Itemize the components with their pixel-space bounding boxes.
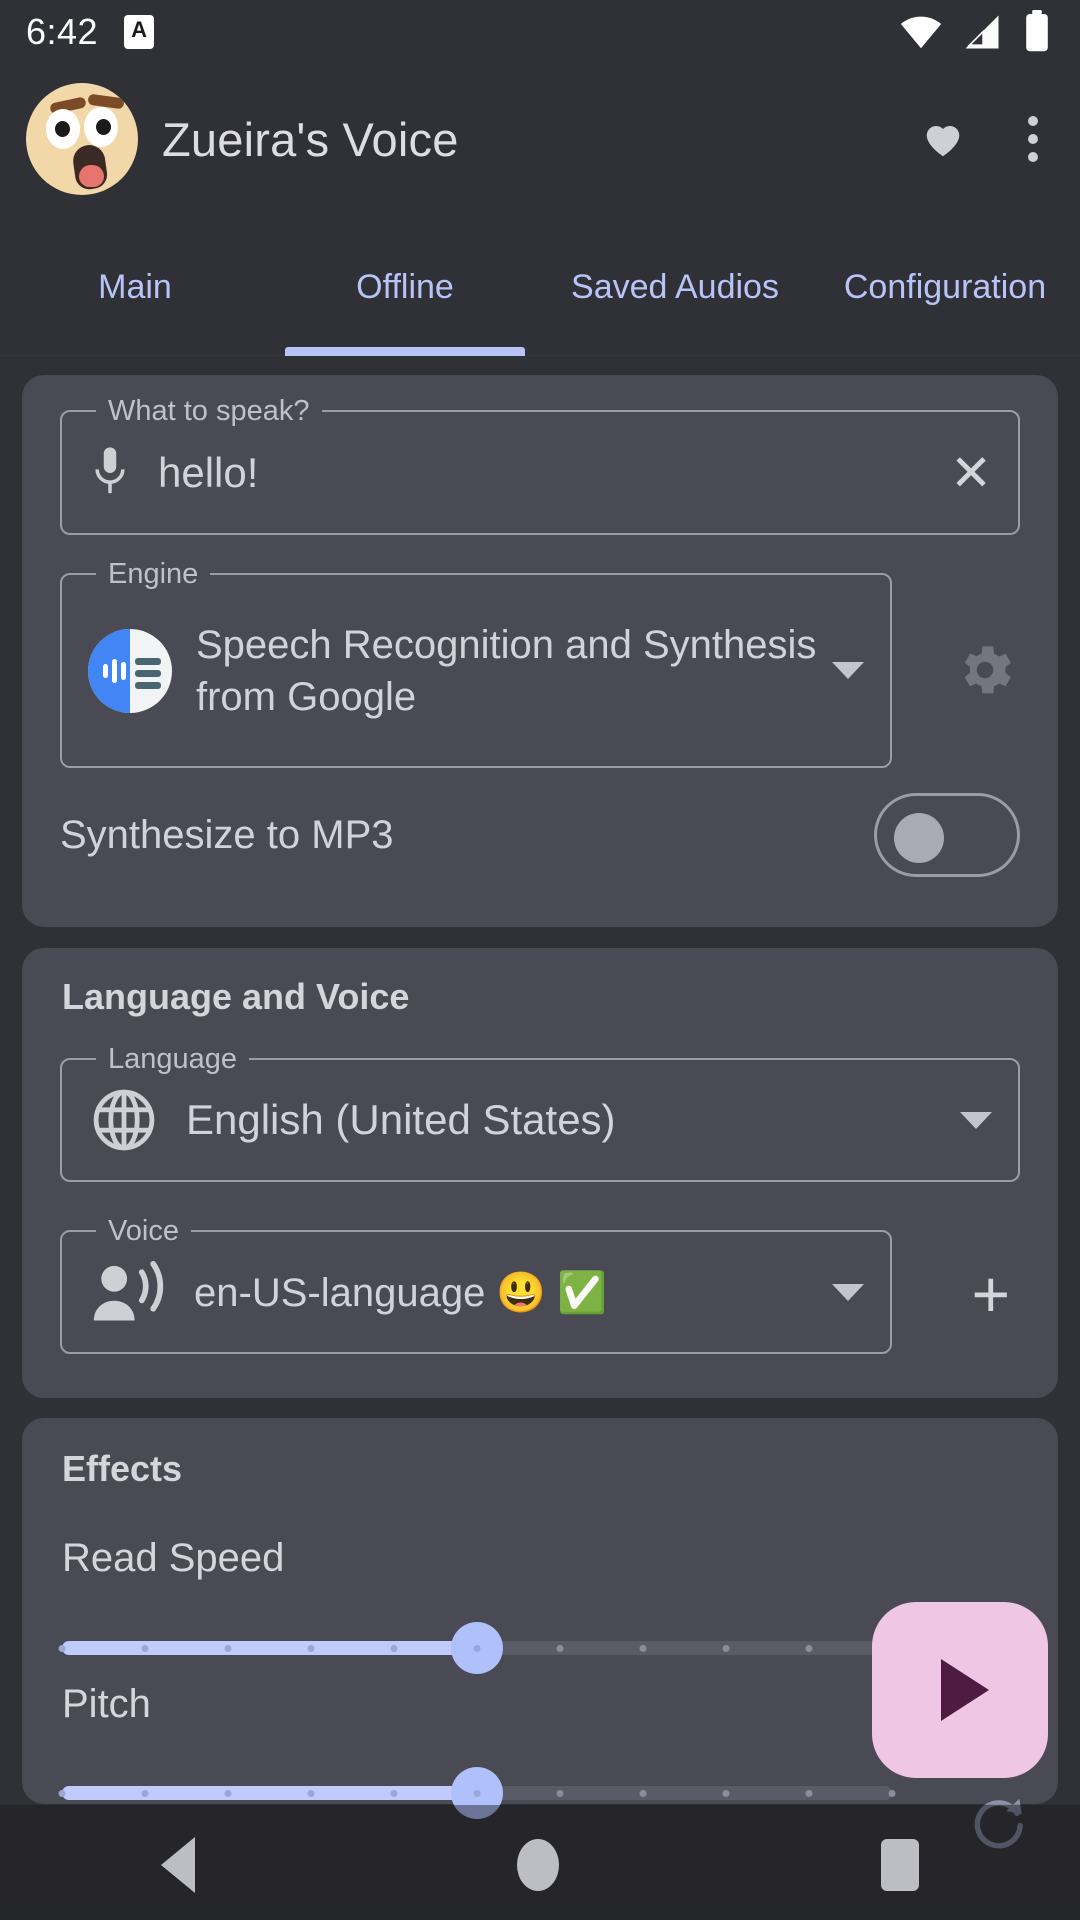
globe-icon [93,1089,155,1151]
wifi-icon [900,16,942,49]
person-speaking-icon [93,1260,164,1321]
pitch-label: Pitch [62,1682,151,1726]
slider-tick [473,1645,481,1652]
slider-tick [58,1790,66,1797]
app-bar-actions [920,110,1054,168]
slider-tick [722,1790,730,1797]
microphone-icon[interactable] [88,443,132,503]
slider-fill [62,1786,477,1800]
system-navigation-bar [0,1810,1080,1920]
speak-text-field-legend: What to speak? [96,395,322,427]
slider-tick [141,1790,149,1797]
play-triangle-icon [941,1659,989,1721]
chevron-down-icon[interactable] [832,1283,864,1301]
notification-app-badge-icon: A [124,15,155,49]
speak-input-value[interactable]: hello! [158,449,934,497]
status-bar: 6:42 A [0,0,1080,64]
slider-tick [58,1645,66,1652]
synthesize-mp3-label: Synthesize to MP3 [60,812,394,857]
language-value: English (United States) [186,1096,616,1143]
language-voice-title: Language and Voice [62,976,410,1017]
synthesize-mp3-toggle[interactable] [874,793,1020,877]
page-title: Zueira's Voice [162,112,459,166]
speak-card: What to speak? hello! ✕ Engine Speech Re… [22,375,1058,927]
slider-tick [473,1790,481,1797]
tab-configuration[interactable]: Configuration [810,238,1080,356]
slider-tick [224,1645,232,1652]
slider-tick [390,1645,398,1652]
slider-tick [390,1790,398,1797]
tab-active-indicator [285,347,525,356]
heart-icon[interactable] [920,116,966,162]
language-legend: Language [96,1043,250,1075]
play-fab-button[interactable] [872,1602,1048,1778]
status-bar-clock: 6:42 [26,11,99,52]
slider-tick [224,1790,232,1797]
slider-tick [307,1645,315,1652]
speak-text-field[interactable]: What to speak? hello! ✕ [60,395,1020,535]
back-triangle-icon[interactable] [161,1837,195,1893]
slider-tick [141,1645,149,1652]
slider-tick [639,1790,647,1797]
battery-icon [1026,10,1048,52]
read-speed-label: Read Speed [62,1536,285,1580]
effects-title: Effects [62,1448,183,1489]
slider-tick [307,1790,315,1797]
language-voice-card: Language and Voice Language English (Uni… [22,948,1058,1398]
toggle-knob [894,813,944,863]
slider-tick [722,1645,730,1652]
tab-configuration-label: Configuration [843,268,1047,306]
slider-tick [556,1645,564,1652]
synthesize-mp3-row[interactable]: Synthesize to MP3 [60,787,1020,883]
slider-fill [62,1641,477,1655]
recents-square-icon[interactable] [881,1839,919,1891]
clear-text-icon[interactable]: ✕ [934,448,992,498]
gear-icon[interactable] [952,637,1018,703]
tab-bar: Main Offline Saved Audios Configuration [0,238,1080,356]
language-dropdown[interactable]: Language English (United States) [60,1043,1020,1182]
engine-value: Speech Recognition and Synthesis from Go… [196,622,817,719]
slider-tick [805,1645,813,1652]
slider-tick [556,1790,564,1797]
app-bar: Zueira's Voice [0,64,1080,214]
engine-dropdown[interactable]: Engine Speech Recognition and Synthesis … [60,558,892,768]
tab-saved-audios[interactable]: Saved Audios [540,238,810,356]
tab-offline[interactable]: Offline [270,238,540,356]
home-circle-icon[interactable] [517,1839,559,1891]
chevron-down-icon[interactable] [832,662,864,679]
tab-saved-audios-label: Saved Audios [571,268,779,306]
slider-tick [888,1790,896,1797]
phone-screen: 6:42 A Zueira's Voice Main Offline Saved… [0,0,1080,1920]
voice-legend: Voice [96,1215,191,1247]
slider-tick [639,1645,647,1652]
chevron-down-icon[interactable] [960,1111,992,1129]
status-bar-icons [898,8,1054,56]
pitch-slider[interactable] [58,1767,896,1819]
shocked-face-emoji-avatar [26,83,138,195]
add-voice-button[interactable]: + [971,1261,1010,1327]
slider-tick [805,1790,813,1797]
voice-dropdown[interactable]: Voice en-US-language 😃 ✅ [60,1215,892,1354]
tab-offline-label: Offline [356,268,454,306]
google-tts-icon [88,628,172,713]
read-speed-slider[interactable] [58,1622,896,1674]
cell-signal-icon [965,15,999,49]
tab-main[interactable]: Main [0,238,270,356]
voice-value: en-US-language 😃 ✅ [194,1270,608,1315]
tab-main-label: Main [98,268,172,306]
engine-legend: Engine [96,558,211,590]
kebab-menu-icon[interactable] [1022,110,1044,168]
